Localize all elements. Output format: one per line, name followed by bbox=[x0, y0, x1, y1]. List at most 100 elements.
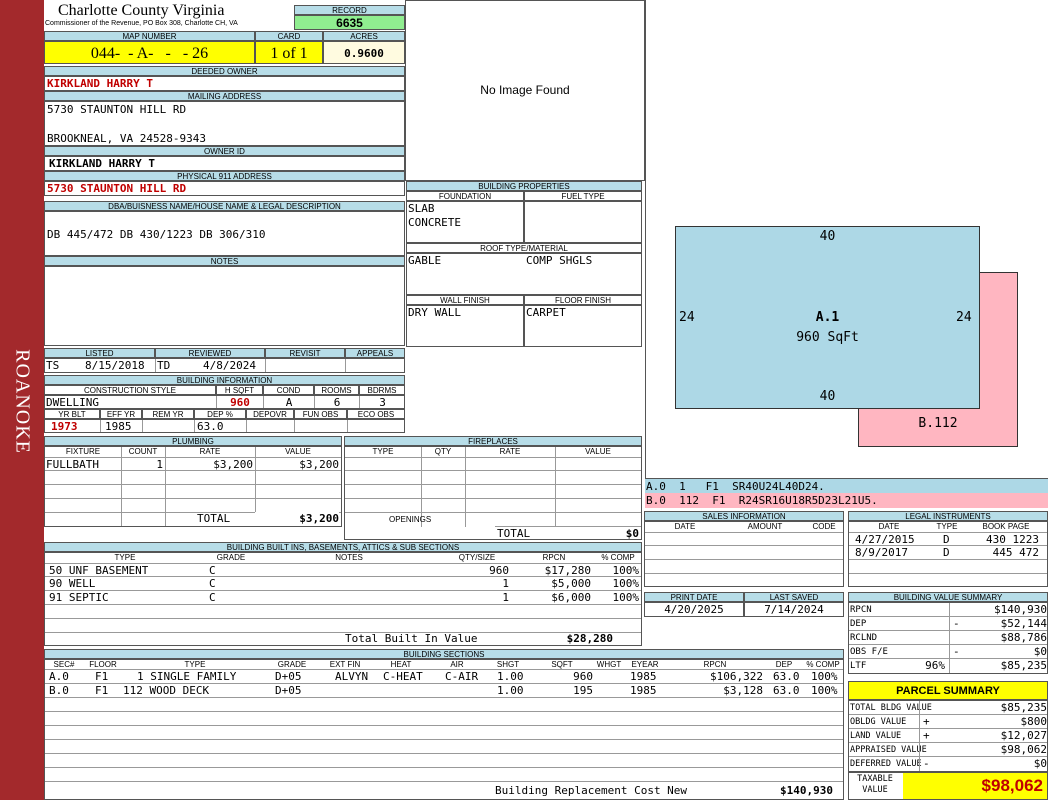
sales-table: DATE AMOUNT CODE bbox=[644, 521, 844, 587]
bi2-divider-6 bbox=[347, 420, 348, 432]
sections-rpcn: $106,322 bbox=[710, 670, 763, 683]
reviewed-date: 4/8/2024 bbox=[203, 359, 256, 372]
builtins-type: 50 UNF BASEMENT bbox=[49, 564, 149, 576]
plumbing-col-rate: RATE bbox=[199, 447, 221, 456]
table-row bbox=[45, 471, 341, 485]
ecoobs-label: ECO OBS bbox=[347, 409, 405, 419]
sections-sec: A.0 bbox=[49, 670, 69, 683]
mailing-address: 5730 STAUNTON HILL RD BROOKNEAL, VA 2452… bbox=[44, 101, 405, 146]
parcel-label: LAND VALUE bbox=[850, 731, 902, 741]
sections-col-air: AIR bbox=[450, 660, 464, 669]
parcel-value: $800 bbox=[1020, 715, 1048, 728]
list-item: APPRAISED VALUE $98,062 bbox=[849, 743, 1047, 757]
roof-label: ROOF TYPE/MATERIAL bbox=[406, 243, 642, 253]
parcel-value: $12,027 bbox=[1000, 729, 1047, 742]
mailing-address-label: MAILING ADDRESS bbox=[44, 91, 405, 101]
vs-value: $0 bbox=[1033, 645, 1047, 658]
acres-label: ACRES bbox=[323, 31, 405, 41]
floor-finish: CARPET bbox=[526, 306, 566, 319]
construction-style: DWELLING bbox=[46, 396, 99, 409]
image-area: No Image Found bbox=[405, 0, 645, 181]
dep-label: DEP % bbox=[194, 409, 246, 419]
fireplace-total-label: TOTAL bbox=[497, 527, 531, 540]
notes-box bbox=[44, 266, 405, 346]
no-image-text: No Image Found bbox=[480, 83, 570, 97]
builtins-col-grade: GRADE bbox=[216, 553, 246, 562]
table-row bbox=[345, 485, 641, 499]
builtins-type: 91 SEPTIC bbox=[49, 591, 109, 604]
builtins-col-rpcn: RPCN bbox=[542, 553, 566, 562]
bdrms-value: 3 bbox=[379, 396, 386, 409]
parcel-value: $0 bbox=[1033, 757, 1047, 770]
status-divider-2 bbox=[265, 359, 266, 372]
yrblt-label: YR BLT bbox=[44, 409, 100, 419]
sketch-legend-b: B.0 112 F1 R24SR16U18R5D23L21U5. bbox=[645, 493, 1048, 508]
funobs-label: FUN OBS bbox=[294, 409, 347, 419]
effyr-value: 1985 bbox=[105, 420, 132, 433]
legal-title: LEGAL INSTRUMENTS bbox=[848, 511, 1048, 521]
card-value: 1 of 1 bbox=[255, 41, 323, 64]
sections-eyear: 1985 bbox=[630, 670, 657, 683]
legal-book: 430 1223 bbox=[986, 533, 1039, 545]
builtins-qty: 1 bbox=[502, 577, 509, 590]
table-row: FULLBATH 1 $3,200 $3,200 bbox=[45, 457, 341, 471]
bi2-divider-4 bbox=[246, 420, 247, 432]
list-item: RPCN $140,930 bbox=[849, 603, 1047, 617]
table-row bbox=[45, 485, 341, 499]
table-row: 90 WELL C 1 $5,000 100% bbox=[45, 577, 641, 591]
table-row bbox=[45, 768, 843, 782]
taxable-label-line-1: TAXABLE bbox=[857, 774, 893, 784]
vs-label: OBS F/E bbox=[850, 647, 888, 657]
sections-dep: 63.0 bbox=[773, 684, 800, 697]
reviewed-by: TD bbox=[157, 359, 171, 372]
record-label: RECORD bbox=[294, 5, 405, 15]
fuel-type-label: FUEL TYPE bbox=[524, 191, 642, 201]
vs-value: $85,235 bbox=[1000, 659, 1047, 672]
sketch-a-top: 40 bbox=[819, 229, 836, 244]
yrblt-value: 1973 bbox=[51, 420, 78, 433]
status-row: TS 8/15/2018 TD 4/8/2024 bbox=[44, 358, 405, 373]
sections-header-row: SEC# FLOOR TYPE GRADE EXT FIN HEAT AIR S… bbox=[45, 660, 843, 670]
legal-col-date: DATE bbox=[878, 522, 900, 531]
legal-table: DATE TYPE BOOK PAGE 4/27/2015 D 430 1223… bbox=[848, 521, 1048, 587]
sections-replacement-row: Building Replacement Cost New $140,930 bbox=[45, 784, 843, 798]
legal-description-label: DBA/BUISNESS NAME/HOUSE NAME & LEGAL DES… bbox=[44, 201, 405, 211]
bi2-divider-5 bbox=[294, 420, 295, 432]
table-row bbox=[645, 546, 843, 560]
sections-eyear: 1985 bbox=[630, 684, 657, 697]
sketch-a-area: 960 SqFt bbox=[796, 330, 859, 345]
builtins-comp: 100% bbox=[612, 564, 640, 576]
fireplaces-title: FIREPLACES bbox=[344, 436, 642, 446]
building-info-row-1: DWELLING 960 A 6 3 bbox=[44, 395, 405, 409]
notes-label: NOTES bbox=[44, 256, 405, 266]
listed-label: LISTED bbox=[44, 348, 155, 358]
sketch-b-label: B.112 bbox=[918, 416, 958, 431]
cond-value: A bbox=[285, 396, 293, 409]
table-row bbox=[45, 619, 641, 633]
vs-label: DEP bbox=[850, 619, 867, 629]
builtins-col-type: TYPE bbox=[114, 553, 136, 562]
table-row bbox=[345, 499, 641, 513]
sections-title: BUILDING SECTIONS bbox=[44, 649, 844, 659]
legal-col-type: TYPE bbox=[936, 522, 958, 531]
sections-col-heat: HEAT bbox=[390, 660, 412, 669]
status-divider-3 bbox=[345, 359, 346, 372]
deeded-owner-label: DEEDED OWNER bbox=[44, 66, 405, 76]
table-row bbox=[45, 605, 641, 619]
mailing-line-2: BROOKNEAL, VA 24528-9343 bbox=[47, 132, 206, 145]
value-summary-title: BUILDING VALUE SUMMARY bbox=[848, 592, 1048, 602]
map-number-value: 044- - A- - - 26 bbox=[44, 41, 255, 64]
effyr-label: EFF YR bbox=[100, 409, 142, 419]
owner-id: KIRKLAND HARRY T bbox=[44, 156, 405, 171]
plumbing-col-fixture: FIXTURE bbox=[65, 447, 101, 456]
plumbing-col-value: VALUE bbox=[285, 447, 311, 456]
reviewed-label: REVIEWED bbox=[155, 348, 265, 358]
parcel-label: DEFERRED VALUE bbox=[850, 759, 922, 769]
construction-style-label: CONSTRUCTION STYLE bbox=[44, 385, 216, 395]
parcel-value: $98,062 bbox=[1000, 743, 1047, 756]
vs-label: LTF bbox=[850, 661, 867, 671]
building-props-title: BUILDING PROPERTIES bbox=[406, 181, 642, 191]
sketch-a-bottom: 40 bbox=[819, 389, 836, 404]
builtins-grade: C bbox=[209, 564, 216, 576]
vs-label: RCLND bbox=[850, 633, 878, 643]
